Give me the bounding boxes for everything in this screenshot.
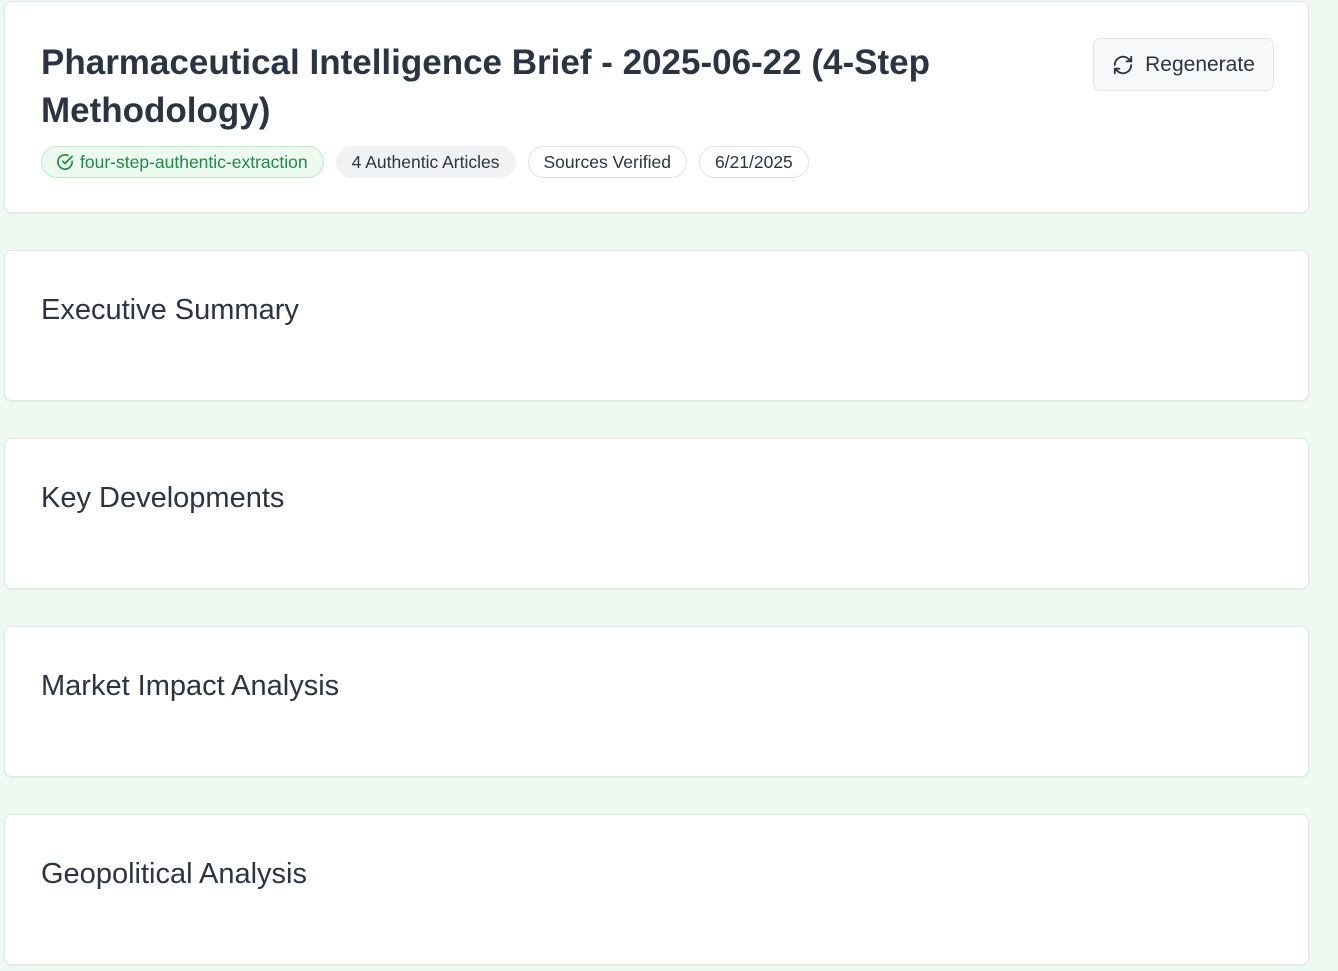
geopolitical-analysis-card: Geopolitical Analysis bbox=[4, 814, 1309, 965]
executive-summary-card: Executive Summary bbox=[4, 250, 1309, 401]
page-title: Pharmaceutical Intelligence Brief - 2025… bbox=[41, 43, 930, 130]
section-title-market-impact-analysis: Market Impact Analysis bbox=[41, 670, 340, 702]
section-title-key-developments: Key Developments bbox=[41, 482, 285, 514]
brief-badges: four-step-authentic-extraction 4 Authent… bbox=[41, 146, 809, 178]
section-title-executive-summary: Executive Summary bbox=[41, 294, 299, 326]
brief-header-card: Pharmaceutical Intelligence Brief - 2025… bbox=[4, 1, 1309, 213]
date-badge: 6/21/2025 bbox=[698, 146, 809, 178]
articles-count-badge: 4 Authentic Articles bbox=[335, 146, 516, 178]
key-developments-card: Key Developments bbox=[4, 438, 1309, 589]
section-title-geopolitical-analysis: Geopolitical Analysis bbox=[41, 858, 307, 890]
methodology-badge: four-step-authentic-extraction bbox=[41, 146, 324, 178]
regenerate-button-label: Regenerate bbox=[1145, 52, 1255, 76]
regenerate-button[interactable]: Regenerate bbox=[1093, 38, 1274, 91]
market-impact-analysis-card: Market Impact Analysis bbox=[4, 626, 1309, 777]
check-circle-icon bbox=[56, 153, 74, 171]
methodology-badge-label: four-step-authentic-extraction bbox=[80, 151, 308, 172]
refresh-icon bbox=[1112, 54, 1134, 76]
sources-verified-badge: Sources Verified bbox=[527, 146, 687, 178]
